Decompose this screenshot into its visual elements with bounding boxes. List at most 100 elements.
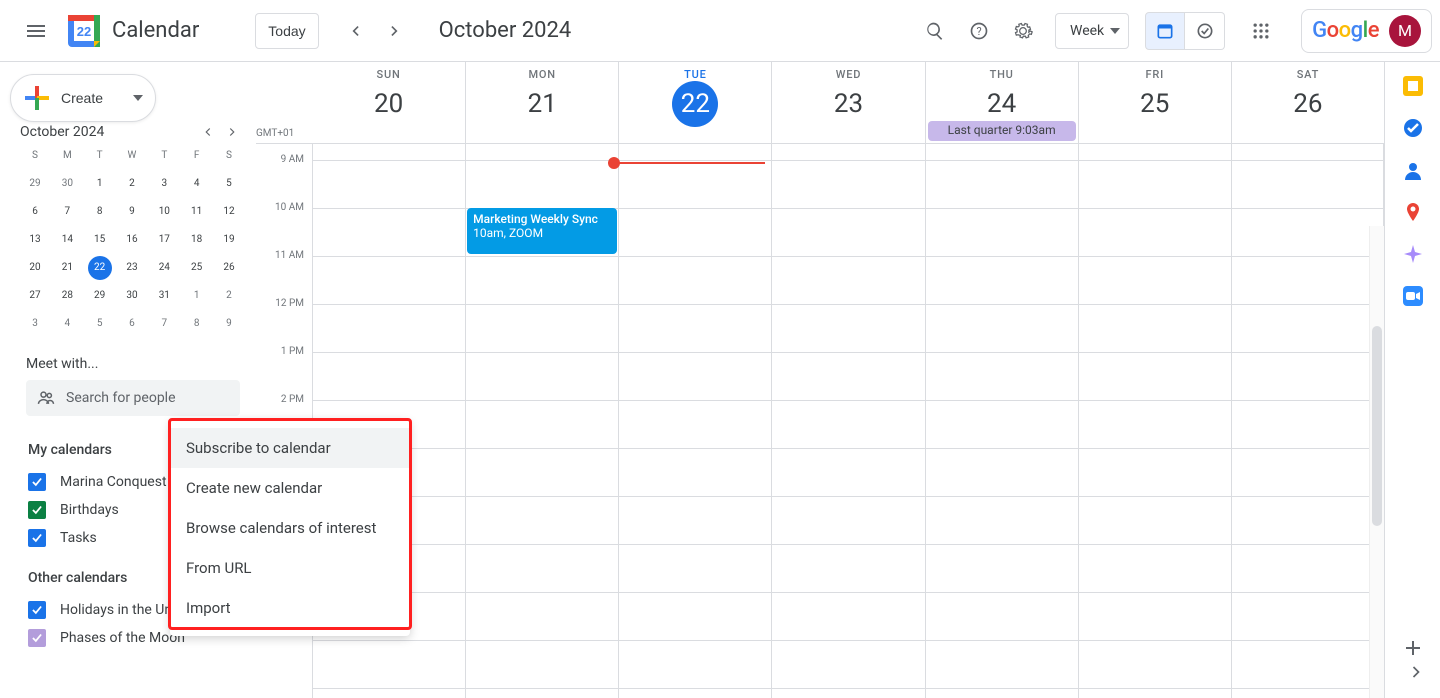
- today-button[interactable]: Today: [255, 13, 318, 49]
- mini-day[interactable]: 1: [182, 282, 212, 310]
- mini-day[interactable]: 2: [214, 282, 244, 310]
- day-header[interactable]: THU24Last quarter 9:03am: [925, 62, 1078, 143]
- day-header[interactable]: SAT26: [1231, 62, 1384, 143]
- mini-day[interactable]: 3: [149, 170, 179, 198]
- gemini-app-icon[interactable]: [1403, 244, 1423, 264]
- mini-day[interactable]: 17: [149, 226, 179, 254]
- mini-day[interactable]: 16: [117, 226, 147, 254]
- calendar-event[interactable]: Marketing Weekly Sync10am, ZOOM: [467, 208, 617, 254]
- popup-menu-item[interactable]: From URL: [170, 548, 410, 588]
- tasks-app-icon[interactable]: [1403, 118, 1423, 138]
- popup-menu-item[interactable]: Create new calendar: [170, 468, 410, 508]
- day-column[interactable]: [618, 144, 771, 698]
- side-panel: [1384, 62, 1440, 698]
- mini-day[interactable]: 11: [182, 198, 212, 226]
- calendar-checkbox[interactable]: [28, 629, 46, 647]
- mini-day[interactable]: 7: [149, 310, 179, 338]
- mini-day[interactable]: 8: [85, 198, 115, 226]
- side-panel-toggle[interactable]: [1396, 652, 1436, 692]
- calendar-checkbox[interactable]: [28, 601, 46, 619]
- day-number[interactable]: 22: [672, 81, 718, 127]
- mini-day[interactable]: 24: [149, 254, 179, 282]
- mini-day[interactable]: 31: [149, 282, 179, 310]
- tasks-mode-toggle[interactable]: [1185, 12, 1225, 50]
- contacts-app-icon[interactable]: [1403, 160, 1423, 180]
- mini-day[interactable]: 2: [117, 170, 147, 198]
- mini-day[interactable]: 29: [85, 282, 115, 310]
- mini-day[interactable]: 3: [20, 310, 50, 338]
- calendar-checkbox[interactable]: [28, 473, 46, 491]
- day-header[interactable]: TUE22: [618, 62, 771, 143]
- mini-day[interactable]: 19: [214, 226, 244, 254]
- day-header[interactable]: WED23: [771, 62, 924, 143]
- mini-day[interactable]: 5: [85, 310, 115, 338]
- mini-day[interactable]: 22: [88, 256, 112, 280]
- grid-scrollbar[interactable]: [1369, 226, 1384, 698]
- help-button[interactable]: ?: [959, 11, 999, 51]
- mini-day[interactable]: 13: [20, 226, 50, 254]
- next-week-button[interactable]: [375, 11, 415, 51]
- mini-day[interactable]: 21: [52, 254, 82, 282]
- day-number[interactable]: 23: [772, 81, 924, 127]
- help-icon: ?: [969, 21, 989, 41]
- day-number[interactable]: 21: [466, 81, 618, 127]
- mini-day[interactable]: 27: [20, 282, 50, 310]
- mini-day[interactable]: 4: [52, 310, 82, 338]
- allday-event[interactable]: Last quarter 9:03am: [928, 121, 1076, 141]
- mini-day[interactable]: 14: [52, 226, 82, 254]
- google-apps-button[interactable]: [1241, 11, 1281, 51]
- mini-next-month[interactable]: [220, 120, 244, 144]
- mini-day[interactable]: 9: [214, 310, 244, 338]
- mini-day[interactable]: 18: [182, 226, 212, 254]
- day-number[interactable]: 26: [1232, 81, 1384, 127]
- account-avatar[interactable]: M: [1389, 15, 1421, 47]
- popup-menu-item[interactable]: Browse calendars of interest: [170, 508, 410, 548]
- calendar-checkbox[interactable]: [28, 529, 46, 547]
- day-header[interactable]: SUN20: [312, 62, 465, 143]
- popup-menu-item[interactable]: Import: [170, 588, 410, 628]
- google-account-chip[interactable]: Google M: [1301, 9, 1432, 53]
- mini-day[interactable]: 25: [182, 254, 212, 282]
- mini-day[interactable]: 28: [52, 282, 82, 310]
- mini-day[interactable]: 10: [149, 198, 179, 226]
- day-column[interactable]: [925, 144, 1078, 698]
- day-column[interactable]: [771, 144, 924, 698]
- settings-button[interactable]: [1003, 11, 1043, 51]
- mini-day[interactable]: 29: [20, 170, 50, 198]
- day-number[interactable]: 20: [312, 81, 465, 127]
- mini-day[interactable]: 6: [20, 198, 50, 226]
- create-button[interactable]: Create: [10, 74, 156, 122]
- day-header[interactable]: FRI25: [1078, 62, 1231, 143]
- prev-week-button[interactable]: [335, 11, 375, 51]
- view-switcher-button[interactable]: Week: [1055, 13, 1129, 49]
- mini-day[interactable]: 8: [182, 310, 212, 338]
- mini-day[interactable]: 20: [20, 254, 50, 282]
- mini-day[interactable]: 30: [117, 282, 147, 310]
- mini-day[interactable]: 9: [117, 198, 147, 226]
- day-column[interactable]: [1231, 144, 1384, 698]
- zoom-app-icon[interactable]: [1403, 286, 1423, 306]
- mini-day[interactable]: 15: [85, 226, 115, 254]
- mini-day[interactable]: 12: [214, 198, 244, 226]
- main-menu-button[interactable]: [16, 11, 56, 51]
- calendar-mode-toggle[interactable]: [1145, 12, 1185, 50]
- day-column[interactable]: Marketing Weekly Sync10am, ZOOM: [465, 144, 618, 698]
- maps-app-icon[interactable]: [1403, 202, 1423, 222]
- mini-day[interactable]: 5: [214, 170, 244, 198]
- day-number[interactable]: 25: [1079, 81, 1231, 127]
- mini-day[interactable]: 30: [52, 170, 82, 198]
- mini-day[interactable]: 7: [52, 198, 82, 226]
- mini-prev-month[interactable]: [196, 120, 220, 144]
- calendar-checkbox[interactable]: [28, 501, 46, 519]
- mini-day[interactable]: 23: [117, 254, 147, 282]
- popup-menu-item[interactable]: Subscribe to calendar: [170, 428, 410, 468]
- mini-day[interactable]: 1: [85, 170, 115, 198]
- search-people-input[interactable]: Search for people: [26, 380, 240, 416]
- search-button[interactable]: [915, 11, 955, 51]
- mini-day[interactable]: 26: [214, 254, 244, 282]
- mini-day[interactable]: 4: [182, 170, 212, 198]
- keep-app-icon[interactable]: [1403, 76, 1423, 96]
- day-column[interactable]: [1078, 144, 1231, 698]
- day-header[interactable]: MON21: [465, 62, 618, 143]
- mini-day[interactable]: 6: [117, 310, 147, 338]
